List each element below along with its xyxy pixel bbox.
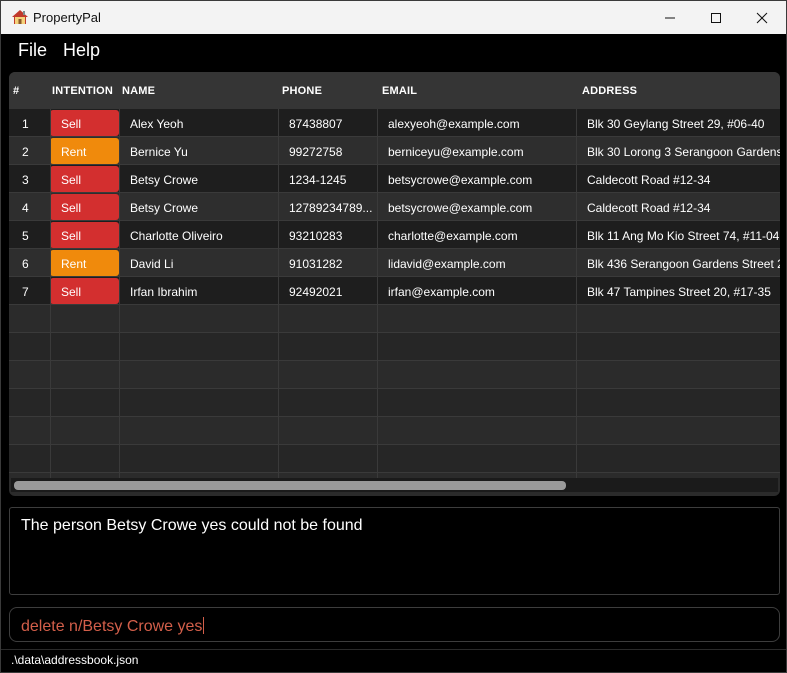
column-divider bbox=[278, 109, 279, 479]
row-phone: 92492021 bbox=[289, 285, 343, 299]
row-phone: 87438807 bbox=[289, 117, 343, 131]
result-display: The person Betsy Crowe yes could not be … bbox=[9, 507, 780, 595]
minimize-button[interactable] bbox=[647, 1, 693, 34]
scrollbar-thumb[interactable] bbox=[14, 481, 566, 490]
row-email: betsycrowe@example.com bbox=[388, 201, 533, 215]
row-name: Bernice Yu bbox=[130, 145, 188, 159]
table-row[interactable]: 2 Rent Bernice Yu 99272758 berniceyu@exa… bbox=[9, 137, 780, 165]
row-name: Charlotte Oliveiro bbox=[130, 229, 223, 243]
person-table: # INTENTION NAME PHONE EMAIL ADDRESS 1 S… bbox=[9, 72, 780, 496]
row-name: Irfan Ibrahim bbox=[130, 285, 198, 299]
row-email: lidavid@example.com bbox=[388, 257, 506, 271]
empty-row bbox=[9, 361, 780, 389]
house-icon bbox=[12, 10, 28, 24]
row-email: irfan@example.com bbox=[388, 285, 495, 299]
row-index: 3 bbox=[22, 173, 29, 187]
row-email: betsycrowe@example.com bbox=[388, 173, 533, 187]
column-divider bbox=[576, 109, 577, 479]
row-email: berniceyu@example.com bbox=[388, 145, 524, 159]
row-index: 7 bbox=[22, 285, 29, 299]
maximize-icon bbox=[711, 12, 721, 23]
window-title: PropertyPal bbox=[33, 10, 101, 25]
table-row[interactable]: 3 Sell Betsy Crowe 1234-1245 betsycrowe@… bbox=[9, 165, 780, 193]
minimize-icon bbox=[665, 17, 675, 18]
table-header: # INTENTION NAME PHONE EMAIL ADDRESS bbox=[9, 72, 780, 109]
row-index: 5 bbox=[22, 229, 29, 243]
row-phone: 1234-1245 bbox=[289, 173, 347, 187]
row-email: charlotte@example.com bbox=[388, 229, 518, 243]
result-message: The person Betsy Crowe yes could not be … bbox=[21, 517, 363, 534]
row-phone: 99272758 bbox=[289, 145, 343, 159]
status-bar: .\data\addressbook.json bbox=[1, 649, 786, 672]
menu-help[interactable]: Help bbox=[63, 40, 100, 61]
empty-row bbox=[9, 333, 780, 361]
column-header-index[interactable]: # bbox=[13, 85, 19, 97]
row-phone: 12789234789... bbox=[289, 201, 373, 215]
row-name: Betsy Crowe bbox=[130, 173, 199, 187]
table-row[interactable]: 5 Sell Charlotte Oliveiro 93210283 charl… bbox=[9, 221, 780, 249]
row-index: 2 bbox=[22, 145, 29, 159]
row-name: Alex Yeoh bbox=[130, 117, 184, 131]
column-header-name[interactable]: NAME bbox=[122, 85, 155, 97]
close-button[interactable] bbox=[739, 1, 785, 34]
table-row[interactable]: 6 Rent David Li 91031282 lidavid@example… bbox=[9, 249, 780, 277]
row-address: Blk 11 Ang Mo Kio Street 74, #11-04 bbox=[587, 229, 780, 243]
row-address: Caldecott Road #12-34 bbox=[587, 201, 711, 215]
column-divider bbox=[50, 109, 51, 479]
row-address: Blk 30 Lorong 3 Serangoon Gardens, #07 bbox=[587, 145, 780, 159]
intention-badge: Rent bbox=[50, 138, 119, 164]
column-divider bbox=[377, 109, 378, 479]
column-header-phone[interactable]: PHONE bbox=[282, 85, 322, 97]
save-file-path: .\data\addressbook.json bbox=[11, 653, 139, 667]
intention-badge: Sell bbox=[50, 222, 119, 248]
empty-row bbox=[9, 305, 780, 333]
empty-row bbox=[9, 389, 780, 417]
column-header-address[interactable]: ADDRESS bbox=[582, 85, 637, 97]
row-name: David Li bbox=[130, 257, 174, 271]
table-row[interactable]: 4 Sell Betsy Crowe 12789234789... betsyc… bbox=[9, 193, 780, 221]
maximize-button[interactable] bbox=[693, 1, 739, 34]
intention-badge: Rent bbox=[50, 250, 119, 276]
app-window: PropertyPal File Help # INTENTION NAME P… bbox=[0, 0, 787, 673]
intention-badge: Sell bbox=[50, 278, 119, 304]
column-header-intention[interactable]: INTENTION bbox=[52, 85, 113, 97]
command-input[interactable]: delete n/Betsy Crowe yes bbox=[21, 617, 205, 636]
row-phone: 91031282 bbox=[289, 257, 343, 271]
row-address: Blk 30 Geylang Street 29, #06-40 bbox=[587, 117, 765, 131]
horizontal-scrollbar[interactable] bbox=[11, 478, 778, 492]
row-name: Betsy Crowe bbox=[130, 201, 199, 215]
close-icon bbox=[756, 12, 768, 23]
menu-bar: File Help bbox=[1, 34, 786, 67]
column-divider bbox=[119, 109, 120, 479]
empty-row bbox=[9, 445, 780, 473]
column-header-email[interactable]: EMAIL bbox=[382, 85, 417, 97]
title-bar[interactable]: PropertyPal bbox=[1, 1, 786, 34]
row-index: 4 bbox=[22, 201, 29, 215]
intention-badge: Sell bbox=[50, 194, 119, 220]
row-address: Blk 436 Serangoon Gardens Street 26, #1 bbox=[587, 257, 780, 271]
row-index: 6 bbox=[22, 257, 29, 271]
row-email: alexyeoh@example.com bbox=[388, 117, 520, 131]
menu-file[interactable]: File bbox=[18, 40, 47, 61]
command-box[interactable]: delete n/Betsy Crowe yes bbox=[9, 607, 780, 642]
row-address: Caldecott Road #12-34 bbox=[587, 173, 711, 187]
table-row[interactable]: 1 Sell Alex Yeoh 87438807 alexyeoh@examp… bbox=[9, 109, 780, 137]
empty-row bbox=[9, 417, 780, 445]
table-row[interactable]: 7 Sell Irfan Ibrahim 92492021 irfan@exam… bbox=[9, 277, 780, 305]
command-text: delete n/Betsy Crowe yes bbox=[21, 618, 203, 635]
text-caret bbox=[203, 617, 205, 634]
intention-badge: Sell bbox=[50, 166, 119, 192]
intention-badge: Sell bbox=[50, 110, 119, 136]
row-address: Blk 47 Tampines Street 20, #17-35 bbox=[587, 285, 771, 299]
row-phone: 93210283 bbox=[289, 229, 343, 243]
row-index: 1 bbox=[22, 117, 29, 131]
